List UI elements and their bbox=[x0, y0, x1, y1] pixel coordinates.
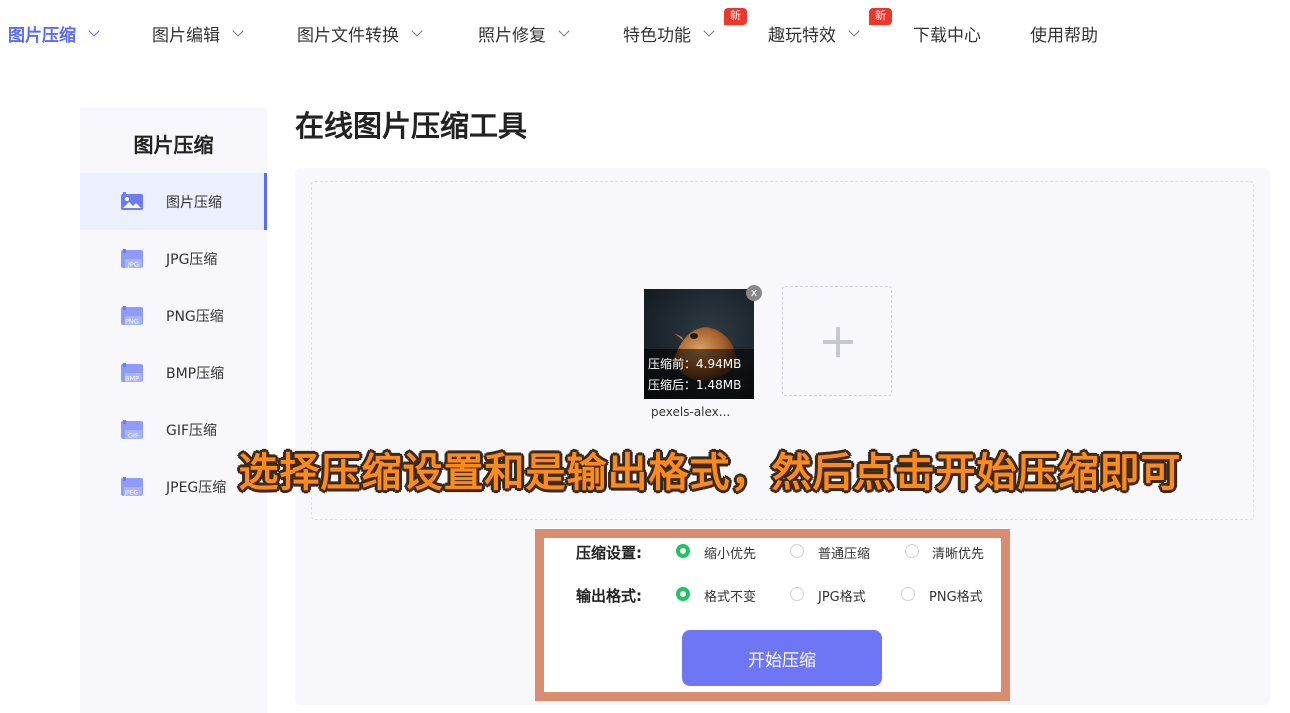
new-badge: 新 bbox=[724, 8, 747, 25]
start-compress-button[interactable]: 开始压缩 bbox=[682, 630, 882, 686]
nav-item-help[interactable]: 使用帮助 bbox=[1030, 20, 1098, 46]
size-after: 压缩后：1.48MB bbox=[648, 378, 742, 392]
option-label[interactable]: 清晰优先 bbox=[932, 543, 984, 562]
sidebar-item-label: PNG压缩 bbox=[166, 308, 224, 325]
sidebar-title: 图片压缩 bbox=[133, 133, 214, 157]
chevron-down-icon bbox=[411, 24, 423, 37]
nav-item-label: 图片编辑 bbox=[152, 25, 220, 46]
sidebar-item-label: GIF压缩 bbox=[166, 422, 218, 439]
uploaded-image-thumbnail[interactable]: 压缩前：4.94MB 压缩后：1.48MB bbox=[644, 289, 754, 399]
png-file-icon: PNG bbox=[121, 305, 143, 325]
sidebar-item-label: JPG压缩 bbox=[166, 251, 218, 268]
nav-item-image-edit[interactable]: 图片编辑 bbox=[152, 20, 244, 46]
bmp-file-icon: BMP bbox=[121, 362, 143, 382]
radio-compress-small[interactable] bbox=[676, 544, 690, 558]
chevron-down-icon bbox=[848, 24, 860, 37]
radio-compress-normal[interactable] bbox=[790, 544, 804, 558]
chevron-down-icon bbox=[88, 24, 100, 37]
radio-format-png[interactable] bbox=[901, 587, 915, 601]
svg-text:JPG: JPG bbox=[127, 260, 139, 268]
sidebar-item-jpg[interactable]: JPG JPG压缩 bbox=[80, 230, 267, 287]
sidebar-item-bmp[interactable]: BMP BMP压缩 bbox=[80, 344, 267, 401]
sidebar-item-png[interactable]: PNG PNG压缩 bbox=[80, 287, 267, 344]
svg-text:BMP: BMP bbox=[125, 374, 139, 382]
add-image-button[interactable] bbox=[782, 286, 892, 396]
nav-item-label: 照片修复 bbox=[478, 25, 546, 46]
jpg-file-icon: JPG bbox=[121, 248, 143, 268]
file-name: pexels-alex... bbox=[651, 405, 731, 419]
nav-item-label: 趣玩特效 bbox=[768, 25, 836, 46]
nav-item-label: 特色功能 bbox=[623, 25, 691, 46]
radio-compress-clear[interactable] bbox=[905, 544, 919, 558]
option-label[interactable]: PNG格式 bbox=[929, 586, 983, 605]
remove-file-button[interactable]: x bbox=[746, 285, 762, 301]
svg-text:GIF: GIF bbox=[128, 431, 139, 439]
option-label[interactable]: 缩小优先 bbox=[704, 543, 756, 562]
image-icon bbox=[121, 191, 143, 210]
nav-item-features[interactable]: 特色功能 新 bbox=[623, 8, 747, 46]
nav-item-file-convert[interactable]: 图片文件转换 bbox=[297, 20, 423, 46]
option-label[interactable]: 普通压缩 bbox=[818, 543, 870, 562]
new-badge: 新 bbox=[869, 8, 892, 25]
compression-info: 压缩前：4.94MB 压缩后：1.48MB bbox=[644, 349, 754, 399]
instruction-caption: 选择压缩设置和是输出格式，然后点击开始压缩即可 bbox=[238, 450, 1182, 496]
nav-item-label: 下载中心 bbox=[913, 25, 981, 46]
top-nav: 图片压缩 图片编辑 图片文件转换 照片修复 特色功能 新 趣玩特效 新 下载中心… bbox=[0, 0, 1290, 66]
chevron-down-icon bbox=[558, 24, 570, 37]
svg-text:PNG: PNG bbox=[125, 317, 139, 325]
nav-item-photo-repair[interactable]: 照片修复 bbox=[478, 20, 570, 46]
gif-file-icon: GIF bbox=[121, 419, 143, 439]
sidebar-item-label: BMP压缩 bbox=[166, 365, 225, 382]
option-label[interactable]: 格式不变 bbox=[704, 586, 756, 605]
sidebar: 图片压缩 图片压缩 JPG JPG压缩 PNG PNG压缩 BMP BMP压缩 … bbox=[80, 107, 267, 713]
nav-item-label: 图片压缩 bbox=[8, 25, 76, 46]
radio-format-jpg[interactable] bbox=[790, 587, 804, 601]
nav-item-downloads[interactable]: 下载中心 bbox=[913, 20, 981, 46]
sidebar-item-image-compress[interactable]: 图片压缩 bbox=[80, 173, 267, 230]
compress-settings-label: 压缩设置: bbox=[576, 544, 642, 562]
radio-format-keep[interactable] bbox=[676, 587, 690, 601]
nav-item-fun-effects[interactable]: 趣玩特效 新 bbox=[768, 8, 892, 46]
size-before: 压缩前：4.94MB bbox=[648, 357, 742, 371]
nav-item-image-compress[interactable]: 图片压缩 bbox=[8, 20, 100, 46]
sidebar-item-label: 图片压缩 bbox=[166, 194, 222, 211]
chevron-down-icon bbox=[232, 24, 244, 37]
output-format-label: 输出格式: bbox=[576, 587, 642, 605]
page-title: 在线图片压缩工具 bbox=[295, 109, 528, 143]
nav-item-label: 使用帮助 bbox=[1030, 25, 1098, 46]
nav-item-label: 图片文件转换 bbox=[297, 25, 399, 46]
option-label[interactable]: JPG格式 bbox=[818, 586, 866, 605]
chevron-down-icon bbox=[703, 24, 715, 37]
